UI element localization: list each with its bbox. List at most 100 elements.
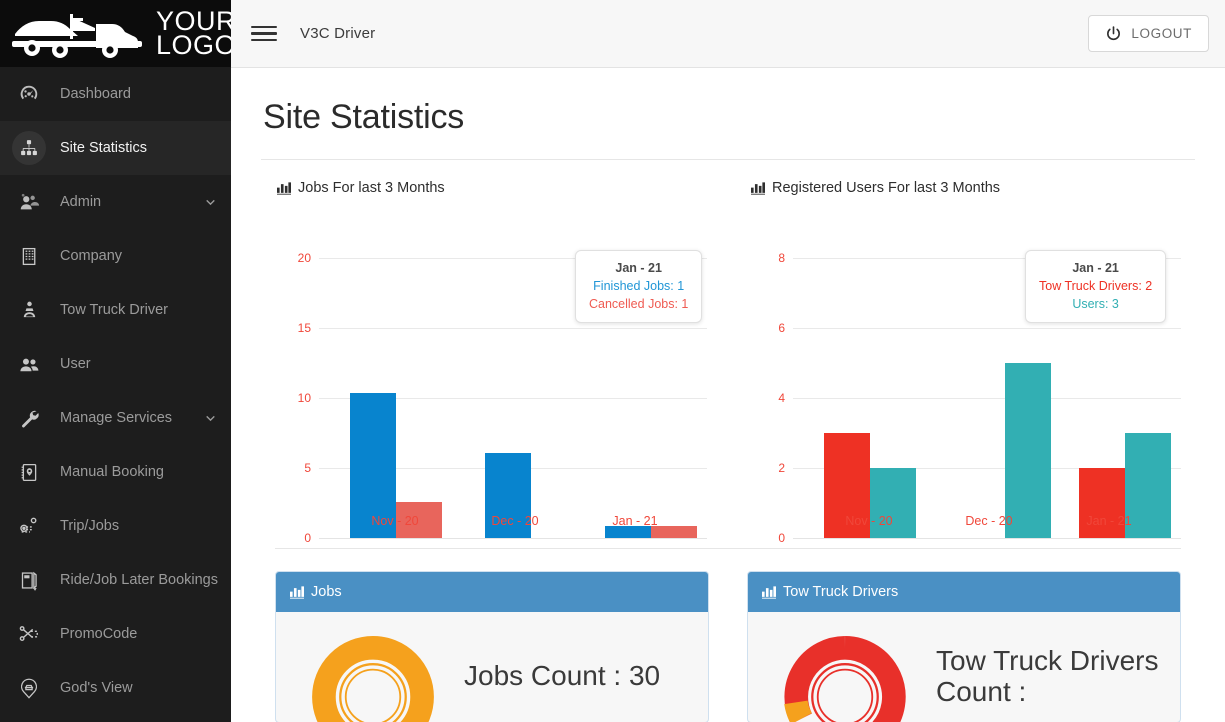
bar-users[interactable]: [1005, 363, 1051, 538]
jobs-donut-chart: [312, 636, 434, 722]
wrench-icon: [12, 401, 46, 435]
card-header-label: Tow Truck Drivers: [783, 584, 899, 600]
y-tick-label: 2: [778, 461, 785, 475]
sidebar-item-manual-booking[interactable]: Manual Booking: [0, 445, 231, 499]
sidebar-item-label: User: [60, 356, 91, 372]
chart-tooltip: Jan - 21 Finished Jobs: 1 Cancelled Jobs…: [575, 250, 703, 324]
sidebar-item-label: Tow Truck Driver: [60, 302, 168, 318]
y-tick-label: 15: [297, 321, 311, 335]
x-tick-label: Jan - 21: [612, 514, 658, 528]
chart-title: Registered Users For last 3 Months: [772, 180, 1001, 196]
admin-users-icon: [12, 185, 46, 219]
sidebar-item-site-statistics[interactable]: Site Statistics: [0, 121, 231, 175]
page-title: Site Statistics: [263, 98, 465, 136]
chart-header: Jobs For last 3 Months: [275, 180, 707, 196]
y-tick-label: 0: [778, 531, 785, 545]
chevron-down-icon[interactable]: [204, 412, 217, 425]
logo-line-2: LOGO: [156, 29, 231, 60]
tooltip-row: Cancelled Jobs: 1: [589, 297, 689, 312]
cards-row: Jobs Jobs Count : 30 Tow Truck Drivers T…: [261, 549, 1195, 722]
y-tick-label: 4: [778, 391, 785, 405]
bar-chart-icon: [751, 181, 765, 195]
sidebar-item-label: Trip/Jobs: [60, 518, 120, 534]
y-tick-label: 20: [297, 251, 311, 265]
x-tick-label: Dec - 20: [491, 514, 539, 528]
chart-title: Jobs For last 3 Months: [298, 180, 445, 196]
sidebar-item-manage-services[interactable]: Manage Services: [0, 391, 231, 445]
main-area: V3C Driver LOGOUT Site Statistics Jobs F…: [231, 0, 1225, 722]
x-tick-label: Nov - 20: [371, 514, 419, 528]
logo[interactable]: YOUR LOGO: [0, 0, 231, 67]
sidebar-item-label: Dashboard: [60, 86, 131, 102]
card-body: Tow Truck Drivers Count :: [748, 612, 1180, 722]
driver-icon: [12, 293, 46, 327]
bar-users[interactable]: [1125, 433, 1171, 538]
sidebar-item-ride-job-later-bookings[interactable]: Ride/Job Later Bookings: [0, 553, 231, 607]
booking-notebook-icon: [12, 455, 46, 489]
sidebar-item-label: Admin: [60, 194, 102, 210]
card-header-label: Jobs: [311, 584, 342, 600]
y-tick-label: 10: [297, 391, 311, 405]
charts-row: Jobs For last 3 Months 0 5 10 15 20 Nov …: [261, 160, 1195, 545]
chart-plot-area: 0 2 4 6 8 Nov - 20 Dec - 20 Jan - 21 Jan…: [749, 220, 1181, 545]
y-tick-label: 0: [304, 531, 311, 545]
sidebar-item-label: PromoCode: [60, 626, 138, 642]
y-tick-label: 5: [304, 461, 311, 475]
bar-chart-icon: [762, 585, 776, 599]
tooltip-row: Tow Truck Drivers: 2: [1039, 279, 1153, 294]
x-tick-label: Nov - 20: [845, 514, 893, 528]
sitemap-icon: [12, 131, 46, 165]
y-tick-label: 8: [778, 251, 785, 265]
sidebar-item-admin[interactable]: Admin: [0, 175, 231, 229]
sidebar-item-tow-truck-driver[interactable]: Tow Truck Driver: [0, 283, 231, 337]
axis-baseline: [319, 538, 707, 539]
card-header: Tow Truck Drivers: [748, 572, 1180, 612]
chart-plot-area: 0 5 10 15 20 Nov - 20 Dec - 20 Jan - 21 …: [275, 220, 707, 545]
logo-text: YOUR LOGO: [156, 8, 231, 60]
sidebar-item-label: Site Statistics: [60, 140, 148, 156]
sidebar-item-label: Manual Booking: [60, 464, 164, 480]
users-icon: [12, 347, 46, 381]
hamburger-icon[interactable]: [247, 17, 281, 51]
chart-jobs-last-3-months: Jobs For last 3 Months 0 5 10 15 20 Nov …: [275, 180, 707, 545]
chart-header: Registered Users For last 3 Months: [749, 180, 1181, 196]
sidebar-item-company[interactable]: Company: [0, 229, 231, 283]
scissors-coupon-icon: [12, 617, 46, 651]
tooltip-row: Finished Jobs: 1: [593, 279, 685, 294]
card-header: Jobs: [276, 572, 708, 612]
chart-registered-users-last-3-months: Registered Users For last 3 Months 0 2 4…: [749, 180, 1181, 545]
y-tick-label: 6: [778, 321, 785, 335]
drivers-donut-chart: [784, 636, 906, 722]
sidebar: YOUR LOGO Dashboard Site Statistics Admi…: [0, 0, 231, 722]
building-icon: [12, 239, 46, 273]
sidebar-item-gods-view[interactable]: God's View: [0, 661, 231, 715]
power-icon: [1107, 26, 1121, 41]
sidebar-item-user[interactable]: User: [0, 337, 231, 391]
app-brand-title: V3C Driver: [300, 25, 376, 42]
page-content: Site Statistics Jobs For last 3 Months 0…: [231, 68, 1225, 722]
sidebar-item-trip-jobs[interactable]: Trip/Jobs: [0, 499, 231, 553]
sidebar-item-label: God's View: [60, 680, 133, 696]
jobs-count-stat: Jobs Count : 30: [464, 660, 661, 692]
app-root: YOUR LOGO Dashboard Site Statistics Admi…: [0, 0, 1225, 722]
logout-button[interactable]: LOGOUT: [1088, 15, 1209, 52]
sidebar-item-dashboard[interactable]: Dashboard: [0, 67, 231, 121]
logout-label: LOGOUT: [1131, 26, 1192, 41]
card-tow-truck-drivers: Tow Truck Drivers Tow Truck Drivers Coun…: [747, 571, 1181, 722]
tooltip-title: Jan - 21: [615, 261, 662, 275]
bar-chart-icon: [277, 181, 291, 195]
drivers-count-stat: Tow Truck Drivers Count :: [936, 644, 1159, 707]
chevron-down-icon[interactable]: [204, 196, 217, 209]
route-icon: [12, 509, 46, 543]
x-tick-label: Jan - 21: [1086, 514, 1132, 528]
axis-baseline: [793, 538, 1181, 539]
sidebar-item-label: Manage Services: [60, 410, 173, 426]
dashboard-icon: [12, 77, 46, 111]
card-body: Jobs Count : 30: [276, 612, 708, 722]
x-tick-label: Dec - 20: [965, 514, 1013, 528]
bar-cancelled-jobs[interactable]: [651, 526, 697, 538]
sidebar-nav: Dashboard Site Statistics Admin Company …: [0, 67, 231, 715]
chart-tooltip: Jan - 21 Tow Truck Drivers: 2 Users: 3: [1025, 250, 1167, 324]
sidebar-item-promocode[interactable]: PromoCode: [0, 607, 231, 661]
sidebar-item-label: Company: [60, 248, 123, 264]
